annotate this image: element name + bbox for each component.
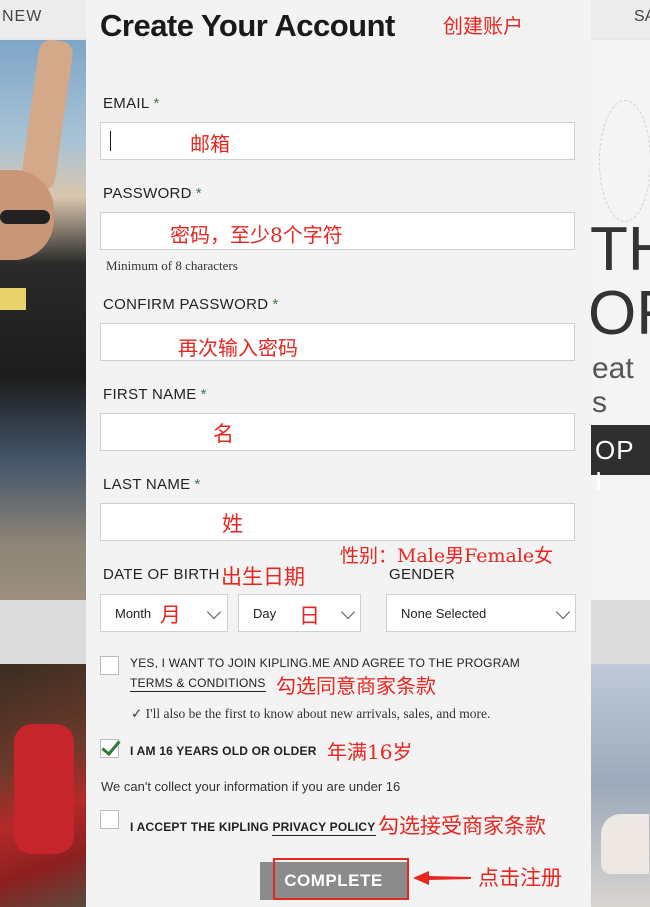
month-select-value: Month	[115, 606, 152, 621]
required-marker: *	[194, 476, 201, 493]
privacy-text: I ACCEPT THE KIPLING PRIVACY POLICY	[130, 820, 376, 836]
required-marker: *	[153, 95, 160, 112]
privacy-checkbox[interactable]	[100, 810, 119, 829]
last-name-label: LAST NAME *	[103, 476, 201, 493]
confirm-password-label-text: CONFIRM PASSWORD	[103, 296, 269, 313]
email-label: EMAIL *	[103, 95, 160, 112]
required-marker: *	[272, 296, 279, 313]
first-name-label-text: FIRST NAME	[103, 386, 197, 403]
form-title: Create Your Account	[100, 8, 395, 43]
red-backpack	[14, 724, 74, 854]
photo-scarf	[0, 288, 26, 310]
email-field[interactable]	[100, 122, 575, 160]
annotation-last-name: 姓	[222, 512, 243, 536]
confirm-password-field[interactable]	[100, 323, 575, 361]
highlight-box	[273, 858, 409, 900]
annotation-month: 月	[160, 603, 181, 627]
confirm-password-label: CONFIRM PASSWORD *	[103, 296, 279, 313]
required-marker: *	[200, 386, 207, 403]
opt-in-benefit-note: ✓ I'll also be the first to know about n…	[131, 706, 491, 721]
sneaker	[601, 814, 649, 874]
annotation-first-name: 名	[213, 422, 234, 446]
annotation-terms: 勾选同意商家条款	[276, 674, 436, 698]
annotation-title: 创建账户	[443, 14, 523, 38]
annotation-privacy: 勾选接受商家条款	[378, 814, 546, 838]
hero-photo-woman	[0, 38, 86, 600]
email-label-text: EMAIL	[103, 95, 150, 112]
gender-select[interactable]: None Selected	[386, 594, 576, 632]
text-cursor	[110, 131, 111, 151]
annotation-password: 密码，至少8个字符	[170, 223, 343, 247]
annotation-gender: 性别：Male男Female女	[340, 545, 554, 567]
required-marker: *	[195, 185, 202, 202]
last-name-label-text: LAST NAME	[103, 476, 191, 493]
program-opt-in-checkbox[interactable]	[100, 656, 119, 675]
annotation-age: 年满16岁	[327, 740, 413, 764]
terms-conditions-link[interactable]: TERMS & CONDITIONS	[130, 676, 266, 692]
decorative-circle	[599, 100, 650, 222]
hero-subheading: eat s	[592, 352, 634, 419]
shop-now-button[interactable]: OP I	[591, 425, 650, 496]
chevron-down-icon	[555, 604, 571, 620]
annotation-confirm: 再次输入密码	[178, 336, 298, 360]
first-name-field[interactable]	[100, 413, 575, 451]
annotation-submit: 点击注册	[478, 866, 562, 890]
last-name-field[interactable]	[100, 503, 575, 541]
age-checkbox[interactable]	[100, 739, 119, 758]
gender-select-value: None Selected	[401, 606, 487, 621]
password-hint: Minimum of 8 characters	[106, 258, 238, 273]
first-name-label: FIRST NAME *	[103, 386, 207, 403]
nav-item-sale[interactable]: SA	[634, 8, 650, 26]
annotation-dob: 出生日期	[221, 565, 305, 589]
gender-label: GENDER	[389, 566, 455, 583]
hero-heading-line1: TH	[590, 215, 650, 284]
age-check-text: I AM 16 YEARS OLD OR OLDER	[130, 744, 317, 758]
age-note: We can't collect your information if you…	[101, 779, 401, 794]
product-photo-red-backpack	[0, 664, 86, 907]
password-label: PASSWORD *	[103, 185, 202, 202]
annotation-day: 日	[299, 604, 320, 628]
hero-heading-line2: OR	[588, 279, 650, 348]
privacy-text-label: I ACCEPT THE KIPLING	[130, 820, 269, 834]
terms-link-wrapper: TERMS & CONDITIONS	[130, 676, 266, 692]
password-label-text: PASSWORD	[103, 185, 192, 202]
privacy-policy-link[interactable]: PRIVACY POLICY	[272, 820, 376, 836]
photo-arm	[19, 38, 75, 192]
chevron-down-icon	[206, 604, 222, 620]
nav-item-new[interactable]: NEW	[2, 8, 42, 26]
arrow-left-icon	[413, 871, 471, 885]
day-select-value: Day	[253, 606, 277, 621]
photo-sunglasses	[0, 210, 50, 224]
chevron-down-icon	[340, 604, 356, 620]
shop-now-label: OP I	[595, 435, 635, 496]
dob-label: DATE OF BIRTH	[103, 566, 220, 583]
program-opt-in-text: YES, I WANT TO JOIN KIPLING.ME AND AGREE…	[130, 656, 520, 670]
product-photo-sneaker	[591, 664, 650, 907]
annotation-email: 邮箱	[190, 132, 230, 156]
